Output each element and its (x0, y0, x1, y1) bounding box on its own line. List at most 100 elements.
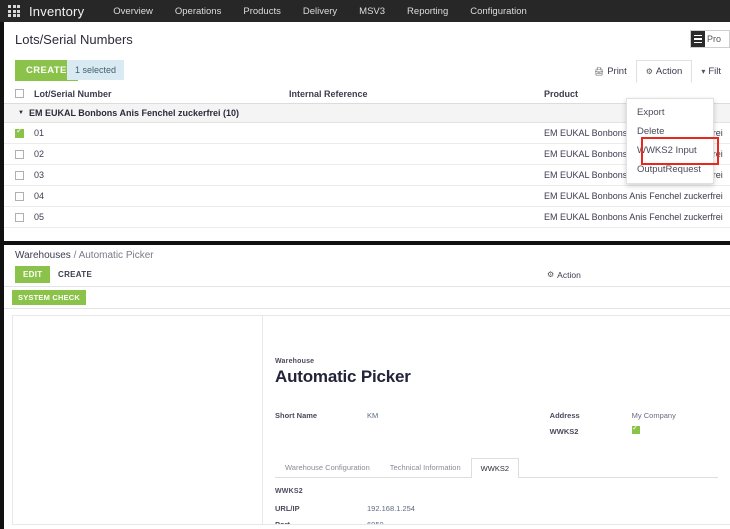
menu-item-wwks2-input[interactable]: WWKS2 Input (627, 141, 713, 160)
apps-grid-icon[interactable] (8, 5, 20, 17)
field-label: Port (275, 519, 290, 525)
field-value[interactable]: 192.168.1.254 (367, 504, 415, 513)
selection-count-chip[interactable]: 1 selected (67, 60, 125, 80)
field-column-right: Address My Company WWKS2 (550, 407, 718, 439)
row-checkbox[interactable] (14, 170, 24, 180)
field-address: Address My Company (550, 407, 718, 423)
menu-item-msv3[interactable]: MSV3 (348, 2, 396, 21)
group-row[interactable]: ▼ EM EUKAL Bonbons Anis Fenchel zuckerfr… (4, 104, 730, 123)
search-query: Pro (707, 34, 722, 44)
toolbar-right-group: 🖨 Print ⚙ Action ▾ Filt (585, 60, 730, 83)
field-label: WWKS2 (549, 426, 579, 436)
section-title: WWKS2 (275, 488, 303, 495)
tab-warehouse-configuration[interactable]: Warehouse Configuration (275, 457, 380, 477)
column-header-lot[interactable]: Lot/Serial Number (34, 89, 289, 99)
menu-item-configuration[interactable]: Configuration (459, 2, 538, 21)
print-button[interactable]: 🖨 Print (585, 60, 636, 83)
form-sheet-area: Warehouse Automatic Picker Short Name KM… (4, 309, 730, 528)
form-sheet: Warehouse Automatic Picker Short Name KM… (262, 315, 730, 525)
caret-down-icon: ▼ (18, 110, 24, 116)
row-select-cell[interactable] (4, 170, 34, 180)
field-label: Address (549, 410, 580, 420)
form-toolbar: EDIT CREATE ⚙ Action (4, 266, 730, 286)
table-row[interactable]: 04 EM EUKAL Bonbons Anis Fenchel zuckerf… (4, 186, 730, 207)
record-title[interactable]: Automatic Picker (275, 367, 718, 387)
field-value[interactable]: KM (367, 411, 378, 420)
row-checkbox[interactable] (14, 149, 24, 159)
field-value[interactable]: 6050 (367, 520, 384, 525)
menu-item-delivery[interactable]: Delivery (292, 2, 348, 21)
cell-lot: 01 (34, 128, 45, 138)
menu-item-operations[interactable]: Operations (164, 2, 232, 21)
print-label: Print (607, 66, 627, 77)
funnel-icon: ▾ (701, 66, 706, 76)
filters-button[interactable]: ▾ Filt (692, 60, 730, 83)
row-select-cell[interactable] (4, 149, 34, 159)
top-navbar: Inventory Overview Operations Products D… (0, 0, 730, 22)
breadcrumb-bar: Warehouses / Automatic Picker (4, 245, 730, 266)
field-column-left: Short Name KM (275, 407, 550, 439)
gear-icon: ⚙ (645, 66, 653, 76)
list-toolbar: CREATE 1 selected 🖨 Print ⚙ Action ▾ Fil… (4, 58, 730, 84)
control-panel: Lots/Serial Numbers Pro (4, 22, 730, 58)
menu-item-overview[interactable]: Overview (102, 2, 164, 21)
field-url-ip: URL/IP 192.168.1.254 (275, 500, 718, 516)
printer-icon: 🖨 (594, 66, 605, 76)
wwks2-checkbox[interactable] (631, 423, 640, 434)
field-label: URL/IP (275, 503, 300, 513)
table-header-row: Lot/Serial Number Internal Reference Pro… (4, 84, 730, 104)
hamburger-icon[interactable] (691, 31, 705, 47)
table-row[interactable]: 02 EM EUKAL Bonbons Anis Fenchel zuckerf… (4, 144, 730, 165)
gear-icon: ⚙ (547, 270, 555, 279)
action-button[interactable]: ⚙ Action (541, 266, 587, 284)
breadcrumb-parent[interactable]: Warehouses (15, 250, 71, 261)
menu-item-products[interactable]: Products (232, 2, 292, 21)
menu-item-outputrequest[interactable]: OutputRequest (627, 160, 713, 179)
action-label: Action (557, 270, 581, 280)
cell-lot: 05 (34, 212, 45, 222)
field-value[interactable]: My Company (632, 411, 676, 420)
record-header: Warehouse Automatic Picker Short Name KM… (275, 326, 718, 525)
breadcrumb-current: Automatic Picker (78, 250, 154, 261)
menu-item-reporting[interactable]: Reporting (396, 2, 459, 21)
select-all-cell[interactable] (4, 89, 34, 98)
column-header-internal-reference[interactable]: Internal Reference (289, 89, 544, 99)
row-select-cell[interactable] (4, 127, 34, 138)
table-row[interactable]: 03 EM EUKAL Bonbons Anis Fenchel zuckerf… (4, 165, 730, 186)
action-button[interactable]: ⚙ Action (635, 60, 693, 83)
edit-button[interactable]: EDIT (15, 266, 51, 283)
row-select-cell[interactable] (4, 212, 34, 222)
breadcrumb: Warehouses / Automatic Picker (15, 250, 154, 261)
create-button[interactable]: CREATE (50, 266, 100, 283)
system-check-button[interactable]: SYSTEM CHECK (12, 290, 86, 305)
row-checkbox[interactable] (14, 191, 24, 201)
cell-lot: 04 (34, 191, 45, 201)
row-checkbox[interactable] (14, 212, 24, 222)
app-brand[interactable]: Inventory (29, 4, 84, 19)
cell-product: EM EUKAL Bonbons Anis Fenchel zuckerfrei (544, 191, 723, 201)
cell-product: EM EUKAL Bonbons Anis Fenchel zuckerfrei (544, 212, 723, 222)
tab-panel-wwks2: WWKS2 URL/IP 192.168.1.254 Port 6050 (275, 478, 718, 525)
row-select-cell[interactable] (4, 191, 34, 201)
tab-wwks2[interactable]: WWKS2 (470, 458, 519, 478)
form-sheet-blank-panel (12, 315, 262, 525)
row-checkbox[interactable] (14, 127, 24, 138)
tab-technical-information[interactable]: Technical Information (380, 457, 471, 477)
select-all-checkbox[interactable] (14, 89, 24, 98)
field-grid: Short Name KM Address My Company WWKS2 (275, 407, 718, 439)
breadcrumb-separator: / (73, 250, 77, 261)
table-row[interactable]: 05 EM EUKAL Bonbons Anis Fenchel zuckerf… (4, 207, 730, 228)
menu-item-delete[interactable]: Delete (627, 122, 713, 141)
filters-label: Filt (708, 66, 721, 77)
search-input[interactable]: Pro (690, 30, 730, 48)
record-type-label: Warehouse (275, 358, 315, 365)
main-menu: Overview Operations Products Delivery MS… (102, 2, 537, 21)
column-header-product[interactable]: Product (544, 89, 730, 99)
warehouse-form-view: Warehouses / Automatic Picker EDIT CREAT… (4, 245, 730, 529)
action-label: Action (655, 66, 683, 77)
form-notebook-tabs: Warehouse Configuration Technical Inform… (275, 457, 718, 478)
action-dropdown-menu: Export Delete WWKS2 Input OutputRequest (626, 98, 714, 184)
field-short-name: Short Name KM (275, 407, 550, 423)
table-row[interactable]: 01 EM EUKAL Bonbons Anis Fenchel zuckerf… (4, 123, 730, 144)
menu-item-export[interactable]: Export (627, 103, 713, 122)
